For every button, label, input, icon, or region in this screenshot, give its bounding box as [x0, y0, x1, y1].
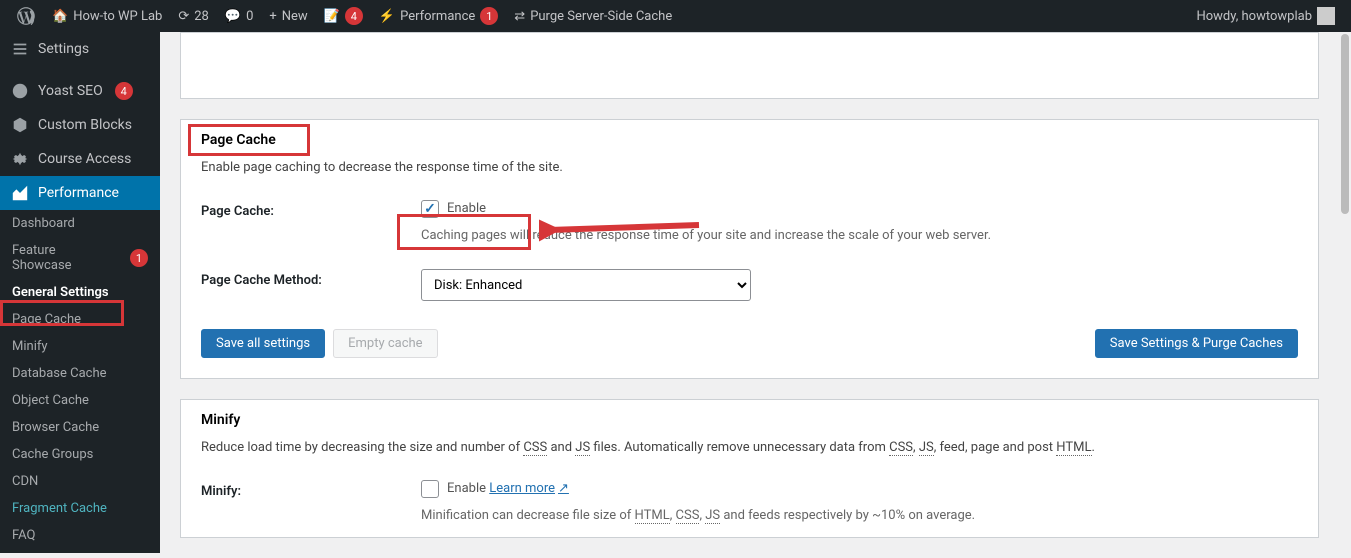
learn-more-link[interactable]: Learn more↗ — [489, 481, 569, 496]
sidebar-sub-database-cache[interactable]: Database Cache — [0, 360, 160, 387]
sidebar-sub-object-cache[interactable]: Object Cache — [0, 387, 160, 414]
admin-sidebar: Settings Yoast SEO4 Custom Blocks Course… — [0, 32, 160, 553]
purge-cache[interactable]: ⇄Purge Server-Side Cache — [506, 0, 680, 32]
update-icon: ⟳ — [178, 9, 189, 24]
row-page-cache-enable: Page Cache: Enable Caching pages will re… — [181, 188, 1318, 258]
checkbox-enable-minify[interactable]: Enable — [421, 481, 486, 496]
panel-top-stub: . . — [180, 32, 1319, 99]
minify-heading: Minify — [181, 400, 1318, 428]
blocks-icon — [10, 115, 30, 135]
label-page-cache: Page Cache: — [201, 200, 421, 219]
sidebar-performance[interactable]: Performance — [0, 176, 160, 210]
save-purge-button[interactable]: Save Settings & Purge Caches — [1095, 329, 1298, 358]
minify-desc: Reduce load time by decreasing the size … — [181, 428, 1318, 468]
refresh-icon: ⇄ — [514, 9, 525, 24]
panel-page-cache: Page Cache Enable page caching to decrea… — [180, 119, 1319, 379]
yoast-side-badge: 4 — [115, 82, 133, 100]
sidebar-sub-fragment-cache[interactable]: Fragment Cache — [0, 495, 160, 522]
checkbox-icon — [421, 200, 439, 218]
checkbox-enable-page-cache[interactable]: Enable — [421, 201, 486, 216]
comments[interactable]: 💬0 — [217, 0, 262, 32]
sidebar-sub-cache-groups[interactable]: Cache Groups — [0, 441, 160, 468]
feature-badge: 1 — [130, 249, 148, 267]
sidebar-sub-general-settings[interactable]: General Settings — [0, 279, 160, 306]
page-cache-enable-desc: Caching pages will reduce the response t… — [421, 226, 1298, 246]
updates[interactable]: ⟳28 — [170, 0, 217, 32]
page-cache-actions: Save all settings Empty cache Save Setti… — [181, 313, 1318, 378]
sliders-icon — [10, 39, 30, 59]
comment-icon: 💬 — [225, 9, 241, 24]
sidebar-sub-minify[interactable]: Minify — [0, 333, 160, 360]
home-icon: 🏠 — [52, 9, 68, 24]
sidebar-custom-blocks[interactable]: Custom Blocks — [0, 108, 160, 142]
performance-icon — [10, 183, 30, 203]
site-name[interactable]: 🏠How-to WP Lab — [44, 0, 170, 32]
sidebar-course-access[interactable]: Course Access — [0, 142, 160, 176]
gauge-icon: ⚡ — [379, 9, 395, 24]
external-icon: ↗ — [558, 481, 569, 496]
sidebar-sub-browser-cache[interactable]: Browser Cache — [0, 414, 160, 441]
gear-icon — [10, 149, 30, 169]
sidebar-yoast[interactable]: Yoast SEO4 — [0, 74, 160, 108]
wp-logo[interactable] — [8, 0, 44, 32]
scrollbar-thumb[interactable] — [1341, 34, 1349, 214]
page-cache-heading: Page Cache — [181, 120, 1318, 148]
howdy[interactable]: Howdy, howtowplab — [1188, 0, 1343, 32]
plus-icon: + — [269, 9, 276, 24]
new-content[interactable]: +New — [261, 0, 315, 32]
checkbox-icon — [421, 480, 439, 498]
avatar — [1317, 7, 1335, 25]
adminbar: 🏠How-to WP Lab ⟳28 💬0 +New 📝4 ⚡Performan… — [0, 0, 1351, 32]
sidebar-sub-page-cache[interactable]: Page Cache — [0, 306, 160, 333]
main-content: . . Page Cache Enable page caching to de… — [160, 32, 1339, 558]
sidebar-sub-cdn[interactable]: CDN — [0, 468, 160, 495]
sidebar-sub-dashboard[interactable]: Dashboard — [0, 210, 160, 237]
sidebar-settings[interactable]: Settings — [0, 32, 160, 66]
label-page-cache-method: Page Cache Method: — [201, 269, 421, 288]
label-minify: Minify: — [201, 480, 421, 499]
yoast-icon — [10, 81, 30, 101]
wordpress-icon — [16, 6, 36, 26]
panel-minify: Minify Reduce load time by decreasing th… — [180, 399, 1319, 538]
perf-badge: 1 — [480, 7, 498, 25]
performance-bar[interactable]: ⚡Performance1 — [371, 0, 506, 32]
row-page-cache-method: Page Cache Method: Disk: Enhanced — [181, 257, 1318, 313]
yoast-icon: 📝 — [324, 9, 340, 24]
minify-enable-desc: Minification can decrease file size of H… — [421, 506, 1298, 526]
save-all-settings-button[interactable]: Save all settings — [201, 329, 325, 358]
page-cache-desc: Enable page caching to decrease the resp… — [181, 148, 1318, 188]
select-page-cache-method[interactable]: Disk: Enhanced — [421, 269, 751, 301]
empty-cache-button[interactable]: Empty cache — [333, 329, 437, 358]
yoast-badge: 4 — [345, 7, 363, 25]
sidebar-sub-faq[interactable]: FAQ — [0, 522, 160, 549]
sidebar-sub-feature-showcase[interactable]: Feature Showcase1 — [0, 237, 160, 279]
yoast-bar[interactable]: 📝4 — [316, 0, 371, 32]
row-minify-enable: Minify: Enable Learn more↗ Minification … — [181, 468, 1318, 538]
